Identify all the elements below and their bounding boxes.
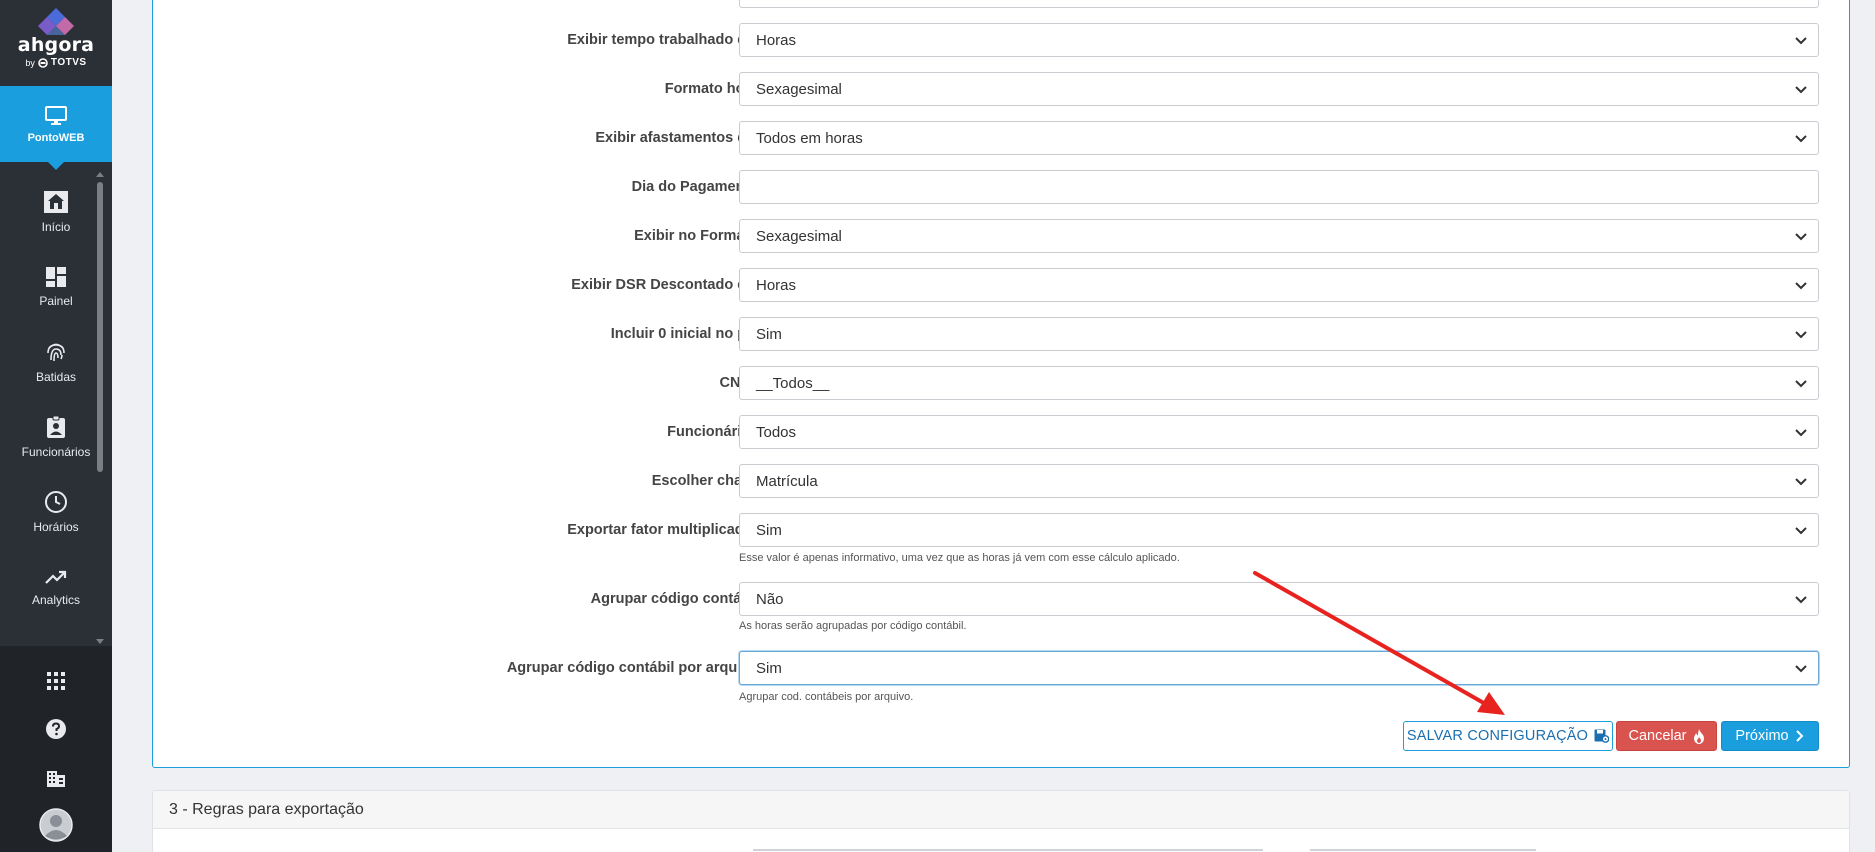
cnpj-select[interactable]: __Todos__ xyxy=(739,366,1819,400)
select-value: Horas xyxy=(756,276,797,294)
brand-logo[interactable]: ahgora by TOTVS xyxy=(0,0,112,86)
sidebar-bottom xyxy=(0,646,112,852)
chevron-down-icon xyxy=(1795,282,1807,290)
scroll-down-arrow-icon[interactable] xyxy=(96,639,104,644)
totvs-logo-icon xyxy=(38,57,48,68)
chevron-down-icon xyxy=(1795,478,1807,486)
agrupar-por-arquivo-select[interactable]: Sim xyxy=(739,651,1819,685)
select-value: Sim xyxy=(756,521,782,539)
help-icon xyxy=(46,719,66,739)
sidebar-scroll-thumb[interactable] xyxy=(97,182,103,472)
field-label: Agrupar código contábil: xyxy=(590,591,763,607)
home-icon xyxy=(44,190,68,213)
select-value: Sim xyxy=(756,325,782,343)
select-value: Matrícula xyxy=(756,472,818,490)
sidebar-scrollbar[interactable] xyxy=(96,172,104,644)
cancel-button-label: Cancelar xyxy=(1628,728,1687,744)
user-avatar-icon xyxy=(39,808,73,842)
apps-grid-button[interactable] xyxy=(0,672,112,690)
agrupar-codigo-hint: As horas serão agrupadas por código cont… xyxy=(739,620,967,632)
sidebar-item-label: Batidas xyxy=(35,369,77,384)
field-label: Exibir tempo trabalhado em: xyxy=(567,32,763,48)
chevron-down-icon xyxy=(1795,665,1807,673)
chevron-down-icon xyxy=(1795,596,1807,604)
chevron-down-icon xyxy=(1795,135,1807,143)
chevron-right-icon xyxy=(1795,730,1804,742)
chevron-down-icon xyxy=(1795,527,1807,535)
chevron-down-icon xyxy=(1795,429,1807,437)
brand-by: by xyxy=(25,57,35,68)
field-label: Exibir DSR Descontado em: xyxy=(571,277,763,293)
zero-pis-select[interactable]: Sim xyxy=(739,317,1819,351)
agrupar-por-arquivo-hint: Agrupar cod. contábeis por arquivo. xyxy=(739,691,914,703)
dsr-descontado-select[interactable]: Horas xyxy=(739,268,1819,302)
chevron-down-icon xyxy=(1795,86,1807,94)
section-field-edge xyxy=(1310,849,1536,851)
brand-partner: by TOTVS xyxy=(25,57,86,68)
company-button[interactable] xyxy=(0,768,112,788)
section-title[interactable]: 3 - Regras para exportação xyxy=(153,791,1849,829)
help-button[interactable] xyxy=(0,718,112,740)
configuration-panel: Exibir tempo trabalhado em: Horas Format… xyxy=(152,0,1850,768)
monitor-icon xyxy=(45,105,67,125)
fingerprint-icon xyxy=(47,343,65,361)
afastamentos-select[interactable]: Todos em horas xyxy=(739,121,1819,155)
agrupar-codigo-select[interactable]: Não xyxy=(739,582,1819,616)
select-value: Todos em horas xyxy=(756,129,863,147)
ahgora-logo-icon xyxy=(38,8,74,35)
brand-partner-name: TOTVS xyxy=(50,57,87,68)
chevron-down-icon xyxy=(1795,380,1807,388)
field-label: Agrupar código contábil por arquivo: xyxy=(506,660,763,676)
field-label: Exportar fator multiplicador: xyxy=(567,522,763,538)
sidebar-item-label: Funcionários xyxy=(21,444,91,459)
employee-badge-icon xyxy=(47,415,65,438)
previous-field-select[interactable] xyxy=(739,0,1819,8)
field-label: Exibir afastamentos em: xyxy=(595,130,763,146)
sidebar-item-label: Analytics xyxy=(31,592,81,607)
select-value: Todos xyxy=(756,423,797,441)
section-export-rules: 3 - Regras para exportação xyxy=(152,790,1850,852)
fire-icon xyxy=(1693,728,1704,744)
next-button-label: Próximo xyxy=(1735,728,1789,744)
user-avatar-button[interactable] xyxy=(0,808,112,842)
chevron-down-icon xyxy=(1795,37,1807,45)
company-building-icon xyxy=(47,771,65,787)
brand-name: ahgora xyxy=(17,34,95,56)
select-value: Sim xyxy=(756,659,782,677)
fator-multiplicador-hint: Esse valor é apenas informativo, uma vez… xyxy=(739,552,1180,564)
dashboard-icon xyxy=(46,266,66,287)
select-value: Sexagesimal xyxy=(756,227,842,245)
clock-icon xyxy=(45,490,67,513)
save-button-label: SALVAR CONFIGURAÇÃO xyxy=(1406,728,1589,744)
section-tabs-edge xyxy=(753,849,1263,851)
select-value: Sexagesimal xyxy=(756,80,842,98)
save-settings-icon xyxy=(1594,729,1610,743)
trending-up-icon xyxy=(45,570,67,584)
module-pontoweb[interactable]: PontoWEB xyxy=(0,86,112,170)
formato-hora-select[interactable]: Sexagesimal xyxy=(739,72,1819,106)
sidebar-item-label: Painel xyxy=(39,293,73,308)
chevron-down-icon xyxy=(1795,233,1807,241)
save-configuration-button[interactable]: SALVAR CONFIGURAÇÃO xyxy=(1403,721,1613,751)
sidebar: ahgora by TOTVS PontoWEB Início Painel B… xyxy=(0,0,112,852)
sidebar-item-label: Início xyxy=(41,219,71,234)
tempo-trabalhado-select[interactable]: Horas xyxy=(739,23,1819,57)
scroll-up-arrow-icon[interactable] xyxy=(96,172,104,177)
select-value: Horas xyxy=(756,31,797,49)
select-value: __Todos__ xyxy=(756,374,830,392)
module-label: PontoWEB xyxy=(27,131,85,144)
funcionarios-select[interactable]: Todos xyxy=(739,415,1819,449)
exibir-formato-select[interactable]: Sexagesimal xyxy=(739,219,1819,253)
chave-select[interactable]: Matrícula xyxy=(739,464,1819,498)
chevron-down-icon xyxy=(1795,331,1807,339)
select-value: Não xyxy=(756,590,784,608)
sidebar-item-label: Horários xyxy=(33,519,79,534)
fator-multiplicador-select[interactable]: Sim xyxy=(739,513,1819,547)
apps-grid-icon xyxy=(47,672,65,690)
dia-pagamento-input[interactable] xyxy=(739,170,1819,204)
next-button[interactable]: Próximo xyxy=(1721,721,1819,751)
cancel-button[interactable]: Cancelar xyxy=(1616,721,1717,751)
